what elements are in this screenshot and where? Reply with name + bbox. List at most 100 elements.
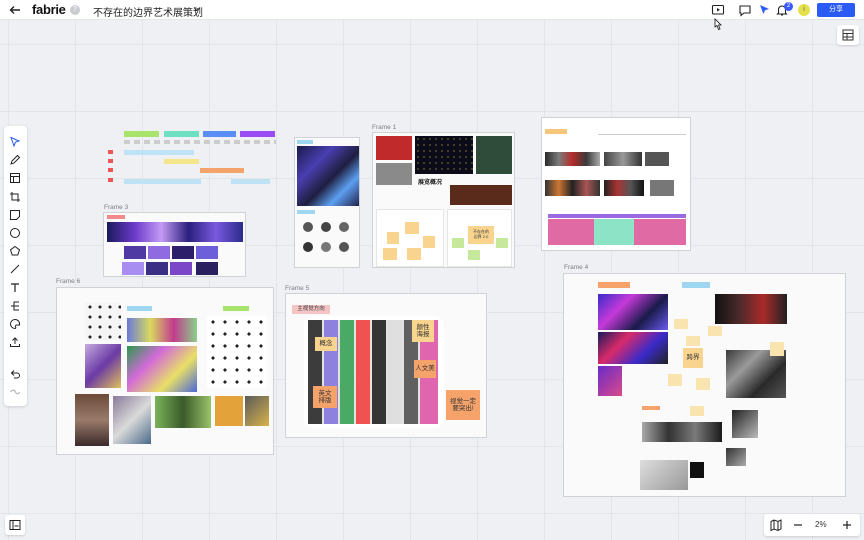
plan-board[interactable] <box>541 117 691 251</box>
image-strip <box>642 422 722 442</box>
sticky-note-icon <box>10 210 20 220</box>
app-logo[interactable]: fabrie <box>32 2 66 17</box>
chevron-down-icon[interactable] <box>193 5 201 13</box>
sticky <box>696 378 710 390</box>
shape-tool[interactable] <box>9 317 21 330</box>
zoom-in-icon[interactable] <box>840 518 854 532</box>
image-strip <box>545 180 600 196</box>
comment-icon[interactable] <box>738 3 752 17</box>
image <box>690 462 704 478</box>
sticky <box>387 232 399 244</box>
sticky-note-tool[interactable] <box>9 208 21 220</box>
image-cluster <box>598 294 668 330</box>
image <box>75 394 109 446</box>
undo-tool[interactable] <box>9 367 21 379</box>
back-arrow-icon[interactable] <box>8 3 22 17</box>
avatar[interactable]: i <box>798 4 810 16</box>
frame-6[interactable] <box>56 287 274 455</box>
frame-3[interactable] <box>103 212 246 277</box>
frame-label[interactable]: Frame 4 <box>564 264 588 271</box>
frame-label[interactable]: Frame 1 <box>372 124 396 131</box>
mouse-cursor-icon <box>714 18 722 31</box>
pentagon-tool[interactable] <box>9 244 21 256</box>
sticky <box>708 326 722 336</box>
sticky <box>405 222 419 234</box>
zoom-out-icon[interactable] <box>791 518 805 532</box>
crop-tool[interactable] <box>9 190 21 202</box>
frame-label[interactable]: Frame 3 <box>104 204 128 211</box>
image <box>85 344 121 388</box>
frame-tool[interactable] <box>9 171 21 183</box>
timeline-bar <box>203 131 236 137</box>
crop-icon <box>10 192 20 202</box>
image <box>122 262 144 275</box>
text-icon <box>11 283 19 292</box>
image <box>155 396 211 428</box>
redo-icon <box>10 389 20 395</box>
image <box>415 136 473 174</box>
portrait <box>303 242 313 252</box>
present-icon[interactable] <box>711 3 725 17</box>
image <box>726 448 746 466</box>
note-cluster: 不存在的 边界 2.0 <box>447 209 512 267</box>
minimap-button[interactable] <box>5 515 25 535</box>
sidebar-icon <box>9 520 21 530</box>
select-tool[interactable] <box>9 135 21 148</box>
image-collage <box>297 146 359 206</box>
sticky-concept: 概念 <box>315 337 337 351</box>
sticker-grid <box>207 316 267 388</box>
timeline-task <box>124 150 194 155</box>
image-cluster <box>726 350 786 398</box>
line-icon <box>10 264 20 274</box>
image <box>450 185 512 205</box>
pointer-icon <box>10 136 21 148</box>
circle-tool[interactable] <box>9 226 21 238</box>
help-icon[interactable]: ? <box>70 5 80 15</box>
zoom-controls: 2% <box>764 514 860 536</box>
sticky-crossover: 跨界 <box>683 348 703 368</box>
share-button[interactable]: 分享 <box>817 3 855 17</box>
image <box>215 396 243 426</box>
upload-tool[interactable] <box>9 335 21 347</box>
redo-tool[interactable] <box>9 385 21 397</box>
timeline-board[interactable] <box>104 128 282 196</box>
portrait <box>339 242 349 252</box>
image <box>196 262 218 275</box>
image <box>170 262 192 275</box>
frame-1[interactable]: 展览概况 不存在的 边界 2.0 <box>372 132 515 268</box>
table-view-button[interactable] <box>837 25 859 45</box>
line-tool[interactable] <box>9 262 21 274</box>
image <box>650 180 674 196</box>
map-icon[interactable] <box>769 518 783 532</box>
portrait <box>321 242 331 252</box>
ai-cursor-icon[interactable] <box>757 3 771 17</box>
image-grid <box>127 346 197 392</box>
image <box>148 246 170 259</box>
palette-icon <box>10 318 21 330</box>
moodboard-board[interactable] <box>294 137 360 268</box>
image <box>124 246 146 259</box>
image <box>172 246 194 259</box>
section-title: 展览概况 <box>417 180 442 186</box>
frame-5[interactable]: 主视觉方向 概念 颠性 海报 人文美 英文 排版 视觉一定 要突出! <box>285 293 487 438</box>
image-cluster <box>715 294 787 324</box>
tag <box>642 406 660 410</box>
image <box>598 366 622 396</box>
frame-label[interactable]: Frame 6 <box>56 278 80 285</box>
tag <box>682 282 710 288</box>
document-title[interactable]: 不存在的边界艺术展策划 <box>93 4 203 19</box>
frame-icon <box>10 173 20 183</box>
frame-4[interactable]: 跨界 <box>563 273 846 497</box>
frame-label[interactable]: Frame 5 <box>285 285 309 292</box>
sticky-twist-poster: 颠性 海报 <box>412 320 434 342</box>
mindmap-tool[interactable] <box>9 299 21 311</box>
top-bar: fabrie ? 不存在的边界艺术展策划 2 i 分享 <box>0 0 864 20</box>
zoom-level[interactable]: 2% <box>815 520 827 529</box>
pen-tool[interactable] <box>9 153 21 165</box>
tag <box>297 140 313 144</box>
upload-icon <box>10 337 20 347</box>
image-strip <box>604 180 644 196</box>
sticky <box>674 319 688 329</box>
text-tool[interactable] <box>9 281 21 293</box>
image <box>376 136 412 160</box>
